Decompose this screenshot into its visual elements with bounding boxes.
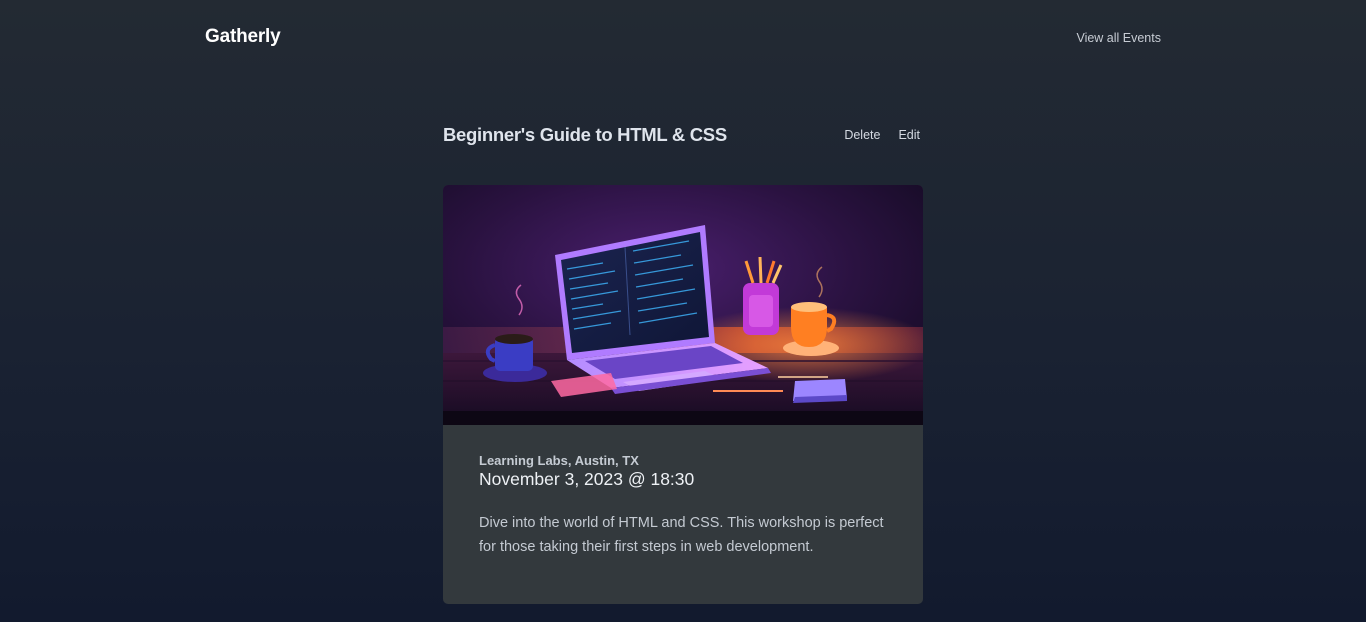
delete-button[interactable]: Delete [844, 128, 880, 142]
event-details: Learning Labs, Austin, TX November 3, 20… [479, 453, 899, 559]
event-title: Beginner's Guide to HTML & CSS [443, 124, 727, 145]
event-description: Dive into the world of HTML and CSS. Thi… [479, 515, 884, 555]
event-card: Learning Labs, Austin, TX November 3, 20… [443, 185, 923, 604]
event-header: Beginner's Guide to HTML & CSS Delete Ed… [443, 122, 920, 150]
brand-logo[interactable]: Gatherly [205, 26, 281, 48]
event-location: Learning Labs, Austin, TX [479, 453, 639, 468]
event-image [443, 185, 923, 425]
view-all-events-link[interactable]: View all Events [1076, 31, 1161, 45]
event-actions: Delete Edit [844, 128, 920, 142]
edit-button[interactable]: Edit [898, 128, 920, 142]
event-datetime: November 3, 2023 @ 18:30 [479, 469, 695, 489]
